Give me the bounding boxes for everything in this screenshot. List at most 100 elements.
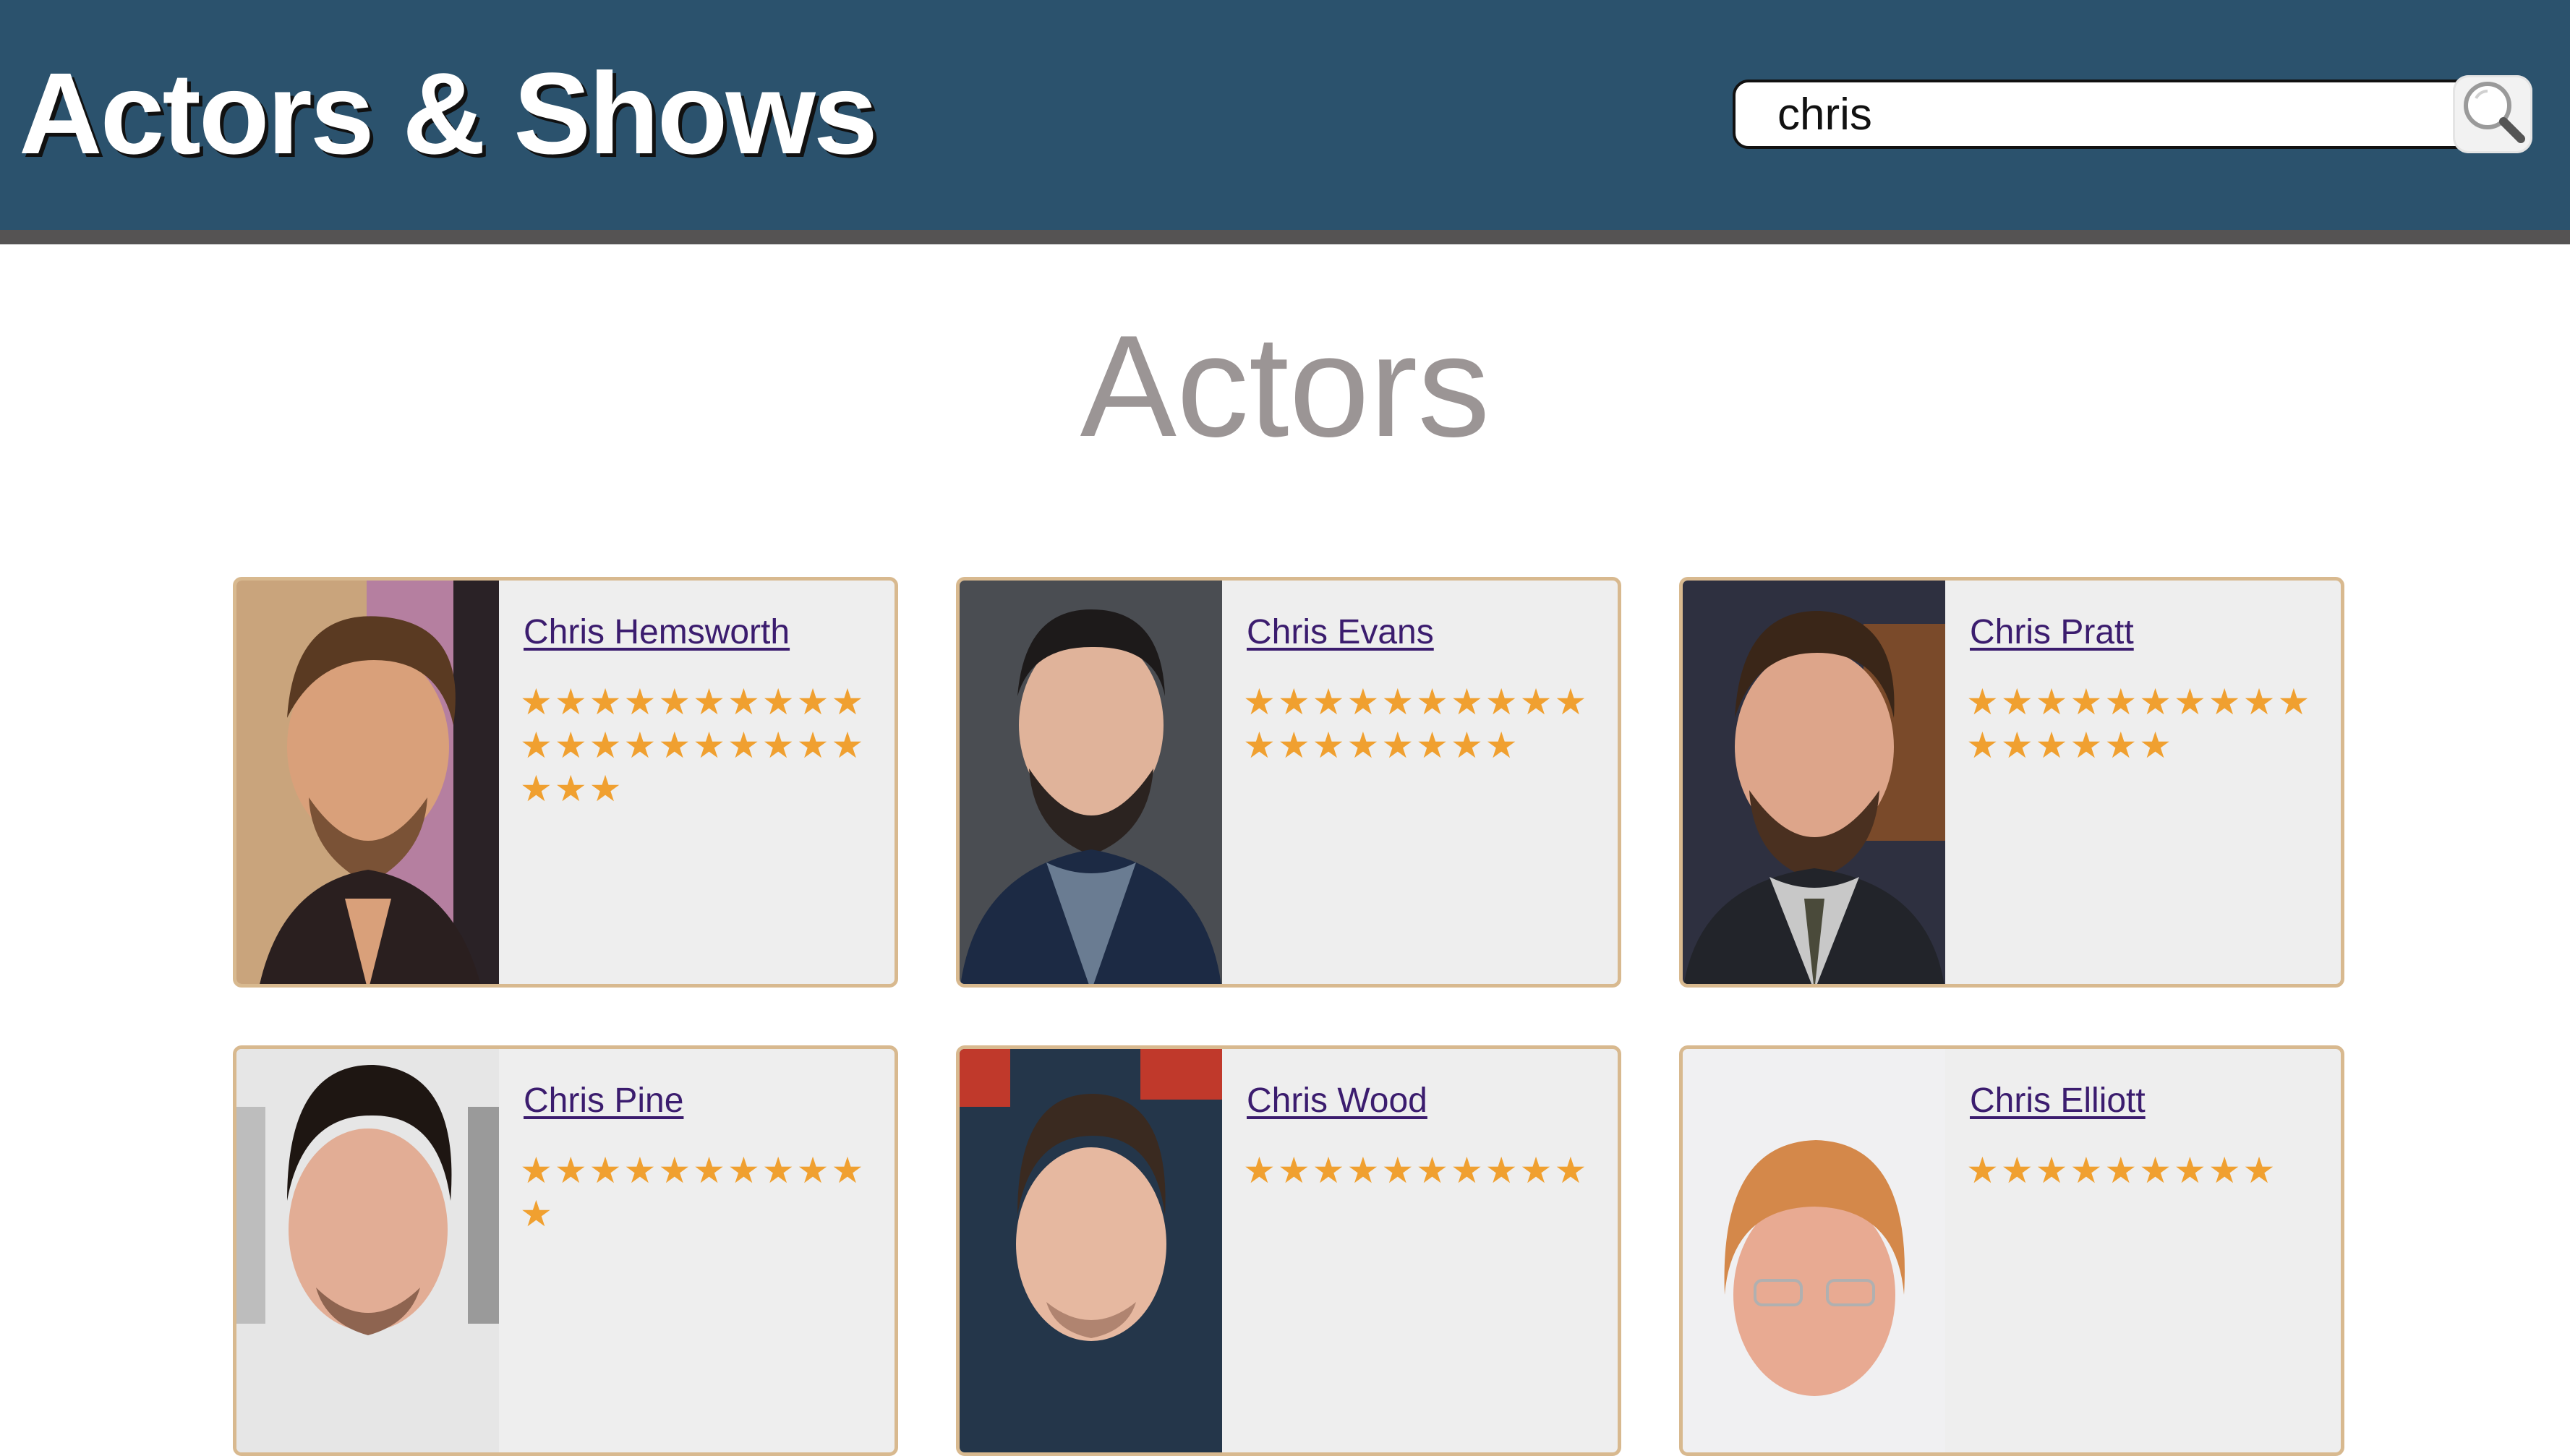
star-icon: ★ [1416, 1150, 1451, 1191]
star-icon: ★ [1519, 682, 1555, 722]
section-title: Actors [1080, 306, 1490, 467]
star-icon: ★ [2139, 1150, 2174, 1191]
search-box[interactable] [1733, 80, 2528, 149]
star-icon: ★ [2000, 725, 2036, 766]
star-icon: ★ [658, 725, 693, 766]
star-icon: ★ [727, 682, 762, 722]
star-icon: ★ [727, 725, 762, 766]
header-divider [0, 230, 2570, 244]
star-icon: ★ [1450, 682, 1485, 722]
star-icon: ★ [727, 1150, 762, 1191]
star-icon: ★ [693, 1150, 727, 1191]
star-icon: ★ [554, 682, 589, 722]
star-icon: ★ [2173, 1150, 2208, 1191]
star-icon: ★ [1381, 682, 1417, 722]
star-icon: ★ [2139, 725, 2174, 766]
actor-photo[interactable] [1683, 1049, 1945, 1452]
site-header: Actors & Shows [0, 0, 2570, 230]
star-icon: ★ [554, 1150, 589, 1191]
star-icon: ★ [520, 768, 555, 809]
star-icon: ★ [1381, 725, 1417, 766]
actor-card: Chris Elliott ★★★★★★★★★ [1679, 1045, 2344, 1456]
actor-photo[interactable] [1683, 581, 1945, 984]
star-icon: ★ [1312, 725, 1347, 766]
star-icon: ★ [1416, 682, 1451, 722]
star-icon: ★ [1346, 1150, 1382, 1191]
actor-card: Chris Hemsworth ★★★★★★★★★★★★★★★★★★★★★★★ [233, 577, 898, 988]
actor-card: Chris Pratt ★★★★★★★★★★★★★★★★ [1679, 577, 2344, 988]
star-icon: ★ [2070, 725, 2105, 766]
search-button[interactable] [2453, 75, 2532, 153]
actor-name-link[interactable]: Chris Evans [1247, 611, 1434, 654]
star-icon: ★ [831, 682, 866, 722]
star-icon: ★ [1312, 1150, 1347, 1191]
star-icon: ★ [2208, 1150, 2243, 1191]
star-icon: ★ [2104, 725, 2140, 766]
star-icon: ★ [2000, 1150, 2036, 1191]
actor-name-link[interactable]: Chris Elliott [1970, 1079, 2146, 1123]
star-icon: ★ [623, 1150, 659, 1191]
actor-card: Chris Evans ★★★★★★★★★★★★★★★★★★ [956, 577, 1621, 988]
star-icon: ★ [520, 1194, 555, 1234]
star-icon: ★ [623, 682, 659, 722]
star-icon: ★ [2139, 682, 2174, 722]
actor-photo[interactable] [236, 581, 499, 984]
rating-stars: ★★★★★★★★★ [1966, 1149, 2313, 1192]
star-icon: ★ [796, 725, 832, 766]
star-icon: ★ [761, 682, 797, 722]
star-icon: ★ [589, 768, 624, 809]
star-icon: ★ [589, 682, 624, 722]
rating-stars: ★★★★★★★★★★★★★★★★ [1966, 680, 2313, 767]
actor-photo[interactable] [236, 1049, 499, 1452]
star-icon: ★ [658, 682, 693, 722]
star-icon: ★ [1277, 682, 1312, 722]
site-title[interactable]: Actors & Shows [19, 38, 878, 189]
star-icon: ★ [1277, 1150, 1312, 1191]
star-icon: ★ [623, 725, 659, 766]
star-icon: ★ [1450, 1150, 1485, 1191]
actor-photo[interactable] [960, 1049, 1222, 1452]
star-icon: ★ [1277, 725, 1312, 766]
actor-card: Chris Pine ★★★★★★★★★★★ [233, 1045, 898, 1456]
star-icon: ★ [1966, 682, 2001, 722]
star-icon: ★ [589, 725, 624, 766]
star-icon: ★ [2242, 682, 2278, 722]
star-icon: ★ [761, 725, 797, 766]
star-icon: ★ [2070, 682, 2105, 722]
star-icon: ★ [1243, 682, 1278, 722]
star-icon: ★ [589, 1150, 624, 1191]
star-icon: ★ [2035, 682, 2070, 722]
actor-name-link[interactable]: Chris Wood [1247, 1079, 1427, 1123]
star-icon: ★ [1485, 1150, 1520, 1191]
actor-name-link[interactable]: Chris Hemsworth [524, 611, 790, 654]
star-icon: ★ [520, 682, 555, 722]
rating-stars: ★★★★★★★★★★★★★★★★★★ [1243, 680, 1590, 767]
star-icon: ★ [554, 725, 589, 766]
star-icon: ★ [1554, 682, 1589, 722]
star-icon: ★ [761, 1150, 797, 1191]
actor-name-link[interactable]: Chris Pratt [1970, 611, 2134, 654]
actor-name-link[interactable]: Chris Pine [524, 1079, 683, 1123]
star-icon: ★ [1243, 1150, 1278, 1191]
star-icon: ★ [520, 1150, 555, 1191]
star-icon: ★ [2242, 1150, 2278, 1191]
rating-stars: ★★★★★★★★★★★ [520, 1149, 867, 1236]
actor-card: Chris Wood ★★★★★★★★★★ [956, 1045, 1621, 1456]
star-icon: ★ [2104, 682, 2140, 722]
search-input[interactable] [1777, 88, 2428, 140]
actor-photo[interactable] [960, 581, 1222, 984]
star-icon: ★ [831, 725, 866, 766]
star-icon: ★ [1966, 725, 2001, 766]
star-icon: ★ [1346, 725, 1382, 766]
star-icon: ★ [2070, 1150, 2105, 1191]
star-icon: ★ [2277, 682, 2313, 722]
star-icon: ★ [1346, 682, 1382, 722]
star-icon: ★ [658, 1150, 693, 1191]
star-icon: ★ [2173, 682, 2208, 722]
star-icon: ★ [1450, 725, 1485, 766]
star-icon: ★ [2035, 1150, 2070, 1191]
star-icon: ★ [796, 682, 832, 722]
star-icon: ★ [1312, 682, 1347, 722]
star-icon: ★ [2000, 682, 2036, 722]
star-icon: ★ [2104, 1150, 2140, 1191]
